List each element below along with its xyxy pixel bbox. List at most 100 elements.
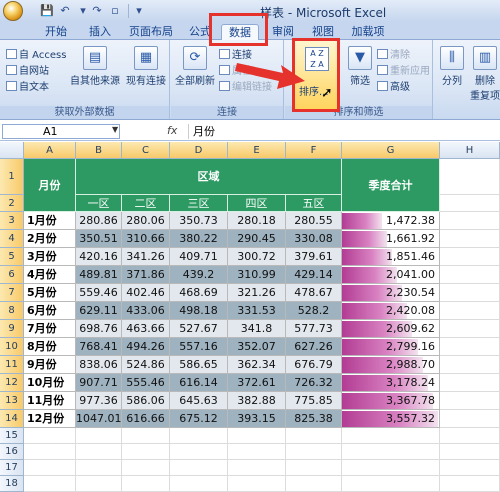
table-row-value-cell[interactable]: 489.81 [76,266,122,284]
empty-cell[interactable] [24,444,76,460]
table-row-month-cell[interactable]: 6月份 [24,302,76,320]
table-row-value-cell[interactable]: 838.06 [76,356,122,374]
table-row-value-cell[interactable]: 1047.01 [76,410,122,428]
total-header-cell[interactable]: 季度合计 [342,159,440,212]
empty-cell[interactable] [440,392,500,410]
table-row-value-cell[interactable]: 559.46 [76,284,122,302]
table-row-value-cell[interactable]: 310.99 [228,266,286,284]
table-row-value-cell[interactable]: 379.61 [286,248,342,266]
table-row-value-cell[interactable]: 498.18 [170,302,228,320]
table-row-value-cell[interactable]: 629.11 [76,302,122,320]
table-row-total-cell[interactable]: 2,609.62 [342,320,440,338]
empty-cell[interactable] [24,428,76,444]
existing-connections-button[interactable]: ▦ 现有连接 [124,46,168,87]
table-row-value-cell[interactable]: 555.46 [122,374,170,392]
table-row-total-cell[interactable]: 1,472.38 [342,212,440,230]
table-row-month-cell[interactable]: 8月份 [24,338,76,356]
row-header-10[interactable]: 10 [0,338,24,356]
table-row-value-cell[interactable]: 429.14 [286,266,342,284]
empty-cell[interactable] [76,428,122,444]
table-row-value-cell[interactable]: 557.16 [170,338,228,356]
empty-cell[interactable] [228,444,286,460]
row-header-11[interactable]: 11 [0,356,24,374]
table-row-value-cell[interactable]: 300.72 [228,248,286,266]
empty-cell[interactable] [440,444,500,460]
other-sources-button[interactable]: ▤ 自其他来源 [70,46,120,87]
empty-cell[interactable] [440,302,500,320]
table-row-value-cell[interactable]: 331.53 [228,302,286,320]
table-row-value-cell[interactable]: 463.66 [122,320,170,338]
row-header-13[interactable]: 13 [0,392,24,410]
table-row-value-cell[interactable]: 528.2 [286,302,342,320]
tab-addins[interactable]: 加载项 [346,24,390,40]
row-header-4[interactable]: 4 [0,230,24,248]
empty-cell[interactable] [440,248,500,266]
table-row-total-cell[interactable]: 2,230.54 [342,284,440,302]
table-row-value-cell[interactable]: 439.2 [170,266,228,284]
empty-cell[interactable] [122,476,170,492]
empty-cell[interactable] [76,444,122,460]
office-button[interactable] [3,1,23,21]
column-header-d[interactable]: D [170,142,228,159]
table-row-value-cell[interactable]: 350.51 [76,230,122,248]
table-row-total-cell[interactable]: 1,851.46 [342,248,440,266]
row-header-7[interactable]: 7 [0,284,24,302]
table-row-month-cell[interactable]: 12月份 [24,410,76,428]
fx-icon[interactable]: fx [167,124,177,137]
month-header-cell[interactable]: 月份 [24,159,76,212]
table-row-total-cell[interactable]: 2,041.00 [342,266,440,284]
from-access-button[interactable]: 自 Access [6,46,66,61]
column-header-e[interactable]: E [228,142,286,159]
column-header-b[interactable]: B [76,142,122,159]
table-row-value-cell[interactable]: 726.32 [286,374,342,392]
row-header-16[interactable]: 16 [0,444,24,460]
table-row-value-cell[interactable]: 330.08 [286,230,342,248]
table-row-value-cell[interactable]: 907.71 [76,374,122,392]
from-web-button[interactable]: 自网站 [6,62,49,77]
region-header-cell[interactable]: 区域 [76,159,342,195]
table-row-value-cell[interactable]: 341.26 [122,248,170,266]
empty-cell[interactable] [286,428,342,444]
table-row-month-cell[interactable]: 4月份 [24,266,76,284]
table-row-value-cell[interactable]: 350.73 [170,212,228,230]
table-row-value-cell[interactable]: 645.63 [170,392,228,410]
table-row-value-cell[interactable]: 341.8 [228,320,286,338]
table-row-value-cell[interactable]: 524.86 [122,356,170,374]
empty-cell[interactable] [440,195,500,212]
table-row-value-cell[interactable]: 478.67 [286,284,342,302]
table-row-month-cell[interactable]: 2月份 [24,230,76,248]
empty-cell[interactable] [76,476,122,492]
redo-icon[interactable]: ↷ [90,4,104,18]
table-row-total-cell[interactable]: 3,367.78 [342,392,440,410]
refresh-all-button[interactable]: ⟳ 全部刷新 [173,46,217,87]
empty-cell[interactable] [286,444,342,460]
table-row-value-cell[interactable]: 371.86 [122,266,170,284]
table-row-total-cell[interactable]: 2,799.16 [342,338,440,356]
select-all-corner[interactable] [0,142,24,159]
undo-icon[interactable]: ↶ [58,4,72,18]
table-row-month-cell[interactable]: 3月份 [24,248,76,266]
empty-cell[interactable] [440,428,500,444]
region-subheader-cell[interactable]: 二区 [122,195,170,212]
empty-cell[interactable] [342,460,440,476]
empty-cell[interactable] [286,460,342,476]
empty-cell[interactable] [440,284,500,302]
row-header-1[interactable]: 1 [0,159,24,195]
table-row-value-cell[interactable]: 321.26 [228,284,286,302]
column-header-c[interactable]: C [122,142,170,159]
formula-input[interactable]: 月份 [188,124,498,139]
table-row-value-cell[interactable]: 586.06 [122,392,170,410]
text-to-columns-button[interactable]: ⫼ 分列 [438,46,466,87]
table-row-month-cell[interactable]: 10月份 [24,374,76,392]
empty-cell[interactable] [228,428,286,444]
table-row-value-cell[interactable]: 280.55 [286,212,342,230]
column-header-a[interactable]: A [24,142,76,159]
table-row-value-cell[interactable]: 586.65 [170,356,228,374]
empty-cell[interactable] [76,460,122,476]
empty-cell[interactable] [170,444,228,460]
empty-cell[interactable] [170,460,228,476]
tab-insert[interactable]: 插入 [82,24,118,40]
empty-cell[interactable] [228,476,286,492]
row-header-14[interactable]: 14 [0,410,24,428]
empty-cell[interactable] [24,460,76,476]
